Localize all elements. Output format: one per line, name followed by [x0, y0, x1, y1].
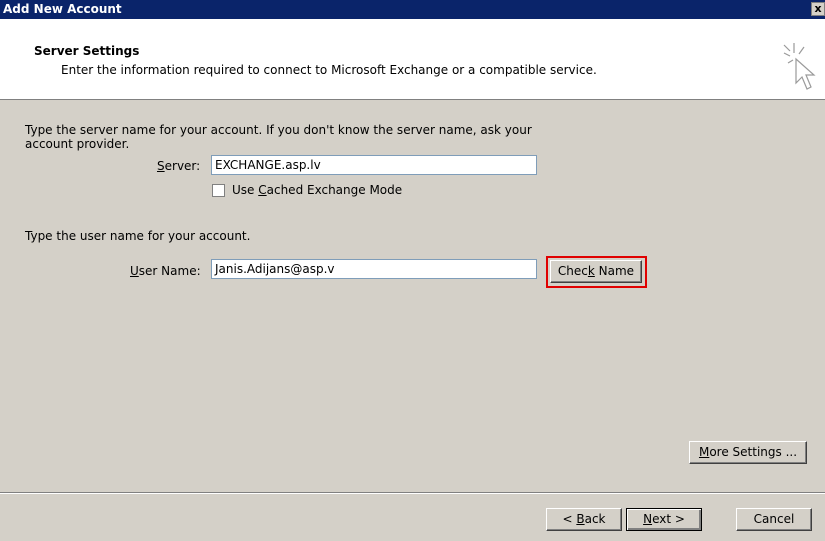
user-instructions: Type the user name for your account. — [25, 229, 251, 243]
check-name-button[interactable]: Check Name — [550, 260, 642, 283]
cursor-sparkle-icon — [783, 43, 816, 90]
user-name-label: User Name: — [130, 264, 201, 278]
window-title: Add New Account — [3, 2, 122, 16]
back-button[interactable]: < Back — [546, 508, 622, 531]
footer-divider — [0, 492, 825, 494]
cached-mode-label[interactable]: Use Cached Exchange Mode — [232, 183, 402, 197]
server-instructions-line2: account provider. — [25, 137, 130, 151]
cached-mode-checkbox[interactable] — [212, 184, 225, 197]
user-name-input[interactable]: Janis.Adijans@asp.v — [211, 259, 537, 279]
page-title: Server Settings — [34, 44, 140, 58]
wizard-header: Server Settings Enter the information re… — [0, 19, 825, 100]
close-icon: x — [814, 2, 822, 15]
server-instructions-line1: Type the server name for your account. I… — [25, 123, 532, 137]
page-subtitle: Enter the information required to connec… — [61, 63, 597, 77]
close-button[interactable]: x — [811, 2, 825, 16]
cancel-button[interactable]: Cancel — [736, 508, 812, 531]
title-bar: Add New Account x — [0, 0, 825, 19]
next-button[interactable]: Next > — [626, 508, 702, 531]
server-input[interactable]: EXCHANGE.asp.lv — [211, 155, 537, 175]
server-label: Server: — [157, 159, 201, 173]
more-settings-button[interactable]: More Settings ... — [689, 441, 807, 464]
